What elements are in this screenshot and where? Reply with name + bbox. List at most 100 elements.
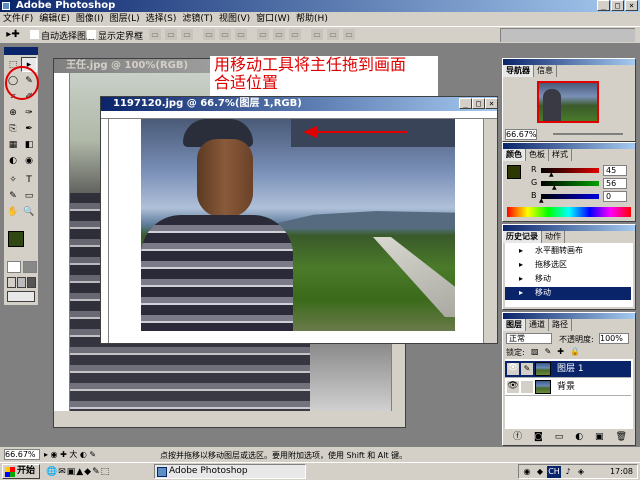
tray-network-icon[interactable]: ◆ [534,466,546,478]
opacity-input[interactable]: 100% [599,333,629,344]
history-tab-1[interactable]: 动作 [542,231,565,243]
tool-button-5-1[interactable]: ◧ [21,137,37,152]
layer-row[interactable]: 👁 背景 [505,379,631,396]
layer-set-icon[interactable]: ▭ [555,431,564,443]
layer-brush-icon[interactable]: ✎ [521,363,533,375]
tool-button-4-1[interactable]: ✒ [21,121,37,136]
color-fg-swatch[interactable] [507,165,521,179]
align-button-10[interactable]: ▭ [326,28,340,41]
color-spectrum-bar[interactable] [507,207,631,217]
history-item[interactable]: ▸ 水平翻转画布 [505,245,631,258]
align-button-2[interactable]: ▭ [180,28,194,41]
tool-button-4-0[interactable]: ⎘ [5,121,21,136]
taskbar-task-photoshop[interactable]: Adobe Photoshop [154,464,306,479]
tray-ime-icon[interactable]: CH [547,466,561,478]
lock-all-icon[interactable]: 🔒 [570,347,580,357]
layers-tab-0[interactable]: 图层 [503,319,526,331]
align-button-0[interactable]: ▭ [148,28,162,41]
tool-button-6-1[interactable]: ◉ [21,153,37,168]
tray-shield-icon[interactable]: ◈ [575,466,587,478]
align-button-8[interactable]: ▭ [288,28,302,41]
app-close-button[interactable]: × [625,0,638,11]
color-b-slider[interactable] [541,194,599,199]
tool-button-9-1[interactable]: 🔍 [21,204,37,219]
lock-buttons[interactable]: ▨ ✎ ✚ 🔒 [531,347,627,357]
navigator-zoom-value[interactable]: 66.67% [505,129,537,140]
align-button-4[interactable]: ▭ [218,28,232,41]
app-maximize-button[interactable]: □ [611,0,624,11]
align-button-6[interactable]: ▭ [256,28,270,41]
foreground-color-swatch[interactable] [8,231,24,247]
layers-tab-1[interactable]: 通道 [526,319,549,331]
auto-select-checkbox[interactable] [30,30,39,39]
align-button-1[interactable]: ▭ [164,28,178,41]
document-photo[interactable] [141,119,455,331]
color-r-slider-knob[interactable]: ▲ [549,172,554,178]
document-title-bar[interactable]: 1197120.jpg @ 66.7%(图层 1,RGB) [101,97,497,111]
align-button-5[interactable]: ▭ [234,28,248,41]
delete-layer-icon[interactable]: 🗑 [616,431,627,443]
quick-mask-buttons[interactable] [7,261,37,273]
layers-footer-buttons[interactable]: ⓕ ◙ ▭ ◐ ▣ 🗑 [507,431,633,443]
document-minimize-button[interactable]: _ [459,98,472,109]
tool-button-7-1[interactable]: T [21,172,37,187]
align-button-9[interactable]: ▭ [310,28,324,41]
tool-button-9-0[interactable]: ✋ [5,204,21,219]
navigator-tab-0[interactable]: 导航器 [503,65,534,77]
history-item[interactable]: ▸ 移动 [505,273,631,286]
tool-button-3-1[interactable]: ✑ [21,105,37,120]
lock-transparent-icon[interactable]: ▨ [531,347,539,357]
color-b-input[interactable]: 0 [603,191,627,202]
new-layer-icon[interactable]: ▣ [595,431,604,443]
color-tab-2[interactable]: 样式 [549,149,572,161]
document-close-button[interactable]: × [485,98,498,109]
menu-item-3[interactable]: 图层(L) [107,12,143,26]
quick-launch-icons[interactable]: 🌐✉▣▲◆✎⬚ [46,465,146,479]
menu-item-5[interactable]: 滤镜(T) [179,12,216,26]
tool-button-7-0[interactable]: ✧ [5,172,21,187]
layer-visibility-eye-icon[interactable]: 👁 [507,363,519,375]
layer-style-icon[interactable]: ⓕ [513,431,522,443]
toolbox-grip[interactable] [4,47,38,55]
color-g-slider-knob[interactable]: ▲ [552,185,557,191]
menu-item-4[interactable]: 选择(S) [143,12,180,26]
color-tab-1[interactable]: 色板 [526,149,549,161]
tool-button-5-0[interactable]: ▦ [5,137,21,152]
layer-row[interactable]: 👁 ✎ 图层 1 [505,361,631,378]
lock-paint-icon[interactable]: ✎ [545,347,552,357]
menu-item-7[interactable]: 窗口(W) [253,12,293,26]
navigator-tab-1[interactable]: 信息 [534,65,557,77]
layer-mask-icon[interactable]: ◙ [534,431,543,443]
tool-button-8-0[interactable]: ✎ [5,188,21,203]
layer-visibility-eye-icon[interactable]: 👁 [507,381,519,393]
show-bounds-checkbox[interactable] [87,30,96,39]
navigator-zoom-slider[interactable] [553,133,623,135]
color-tab-0[interactable]: 颜色 [503,149,526,161]
lock-move-icon[interactable]: ✚ [557,347,564,357]
blend-mode-select[interactable]: 正常 [506,333,552,344]
app-title-bar[interactable]: Adobe Photoshop [0,0,640,12]
menu-item-2[interactable]: 图像(I) [73,12,107,26]
adjustment-layer-icon[interactable]: ◐ [575,431,583,443]
history-item[interactable]: ▸ 拖移选区 [505,259,631,272]
screen-mode-buttons[interactable] [7,277,37,303]
history-item[interactable]: ▸ 移动 [505,287,631,300]
align-button-7[interactable]: ▭ [272,28,286,41]
app-minimize-button[interactable]: _ [597,0,610,11]
color-b-slider-knob[interactable]: ▲ [539,198,544,204]
status-zoom[interactable]: 66.67% [4,449,40,460]
menu-item-1[interactable]: 编辑(E) [36,12,73,26]
color-r-input[interactable]: 45 [603,165,627,176]
menu-item-8[interactable]: 帮助(H) [293,12,331,26]
layer-brush-icon[interactable] [521,381,533,393]
align-button-11[interactable]: ▭ [342,28,356,41]
menu-item-6[interactable]: 视图(V) [216,12,253,26]
navigator-thumbnail[interactable] [537,81,599,123]
tool-button-6-0[interactable]: ◐ [5,153,21,168]
color-g-slider[interactable] [541,181,599,186]
align-button-3[interactable]: ▭ [202,28,216,41]
move-tool-icon[interactable]: ▸✚ [4,28,22,42]
start-button[interactable]: 开始 [2,464,40,479]
document-vscrollbar[interactable] [483,119,497,343]
history-tab-0[interactable]: 历史记录 [503,231,542,243]
